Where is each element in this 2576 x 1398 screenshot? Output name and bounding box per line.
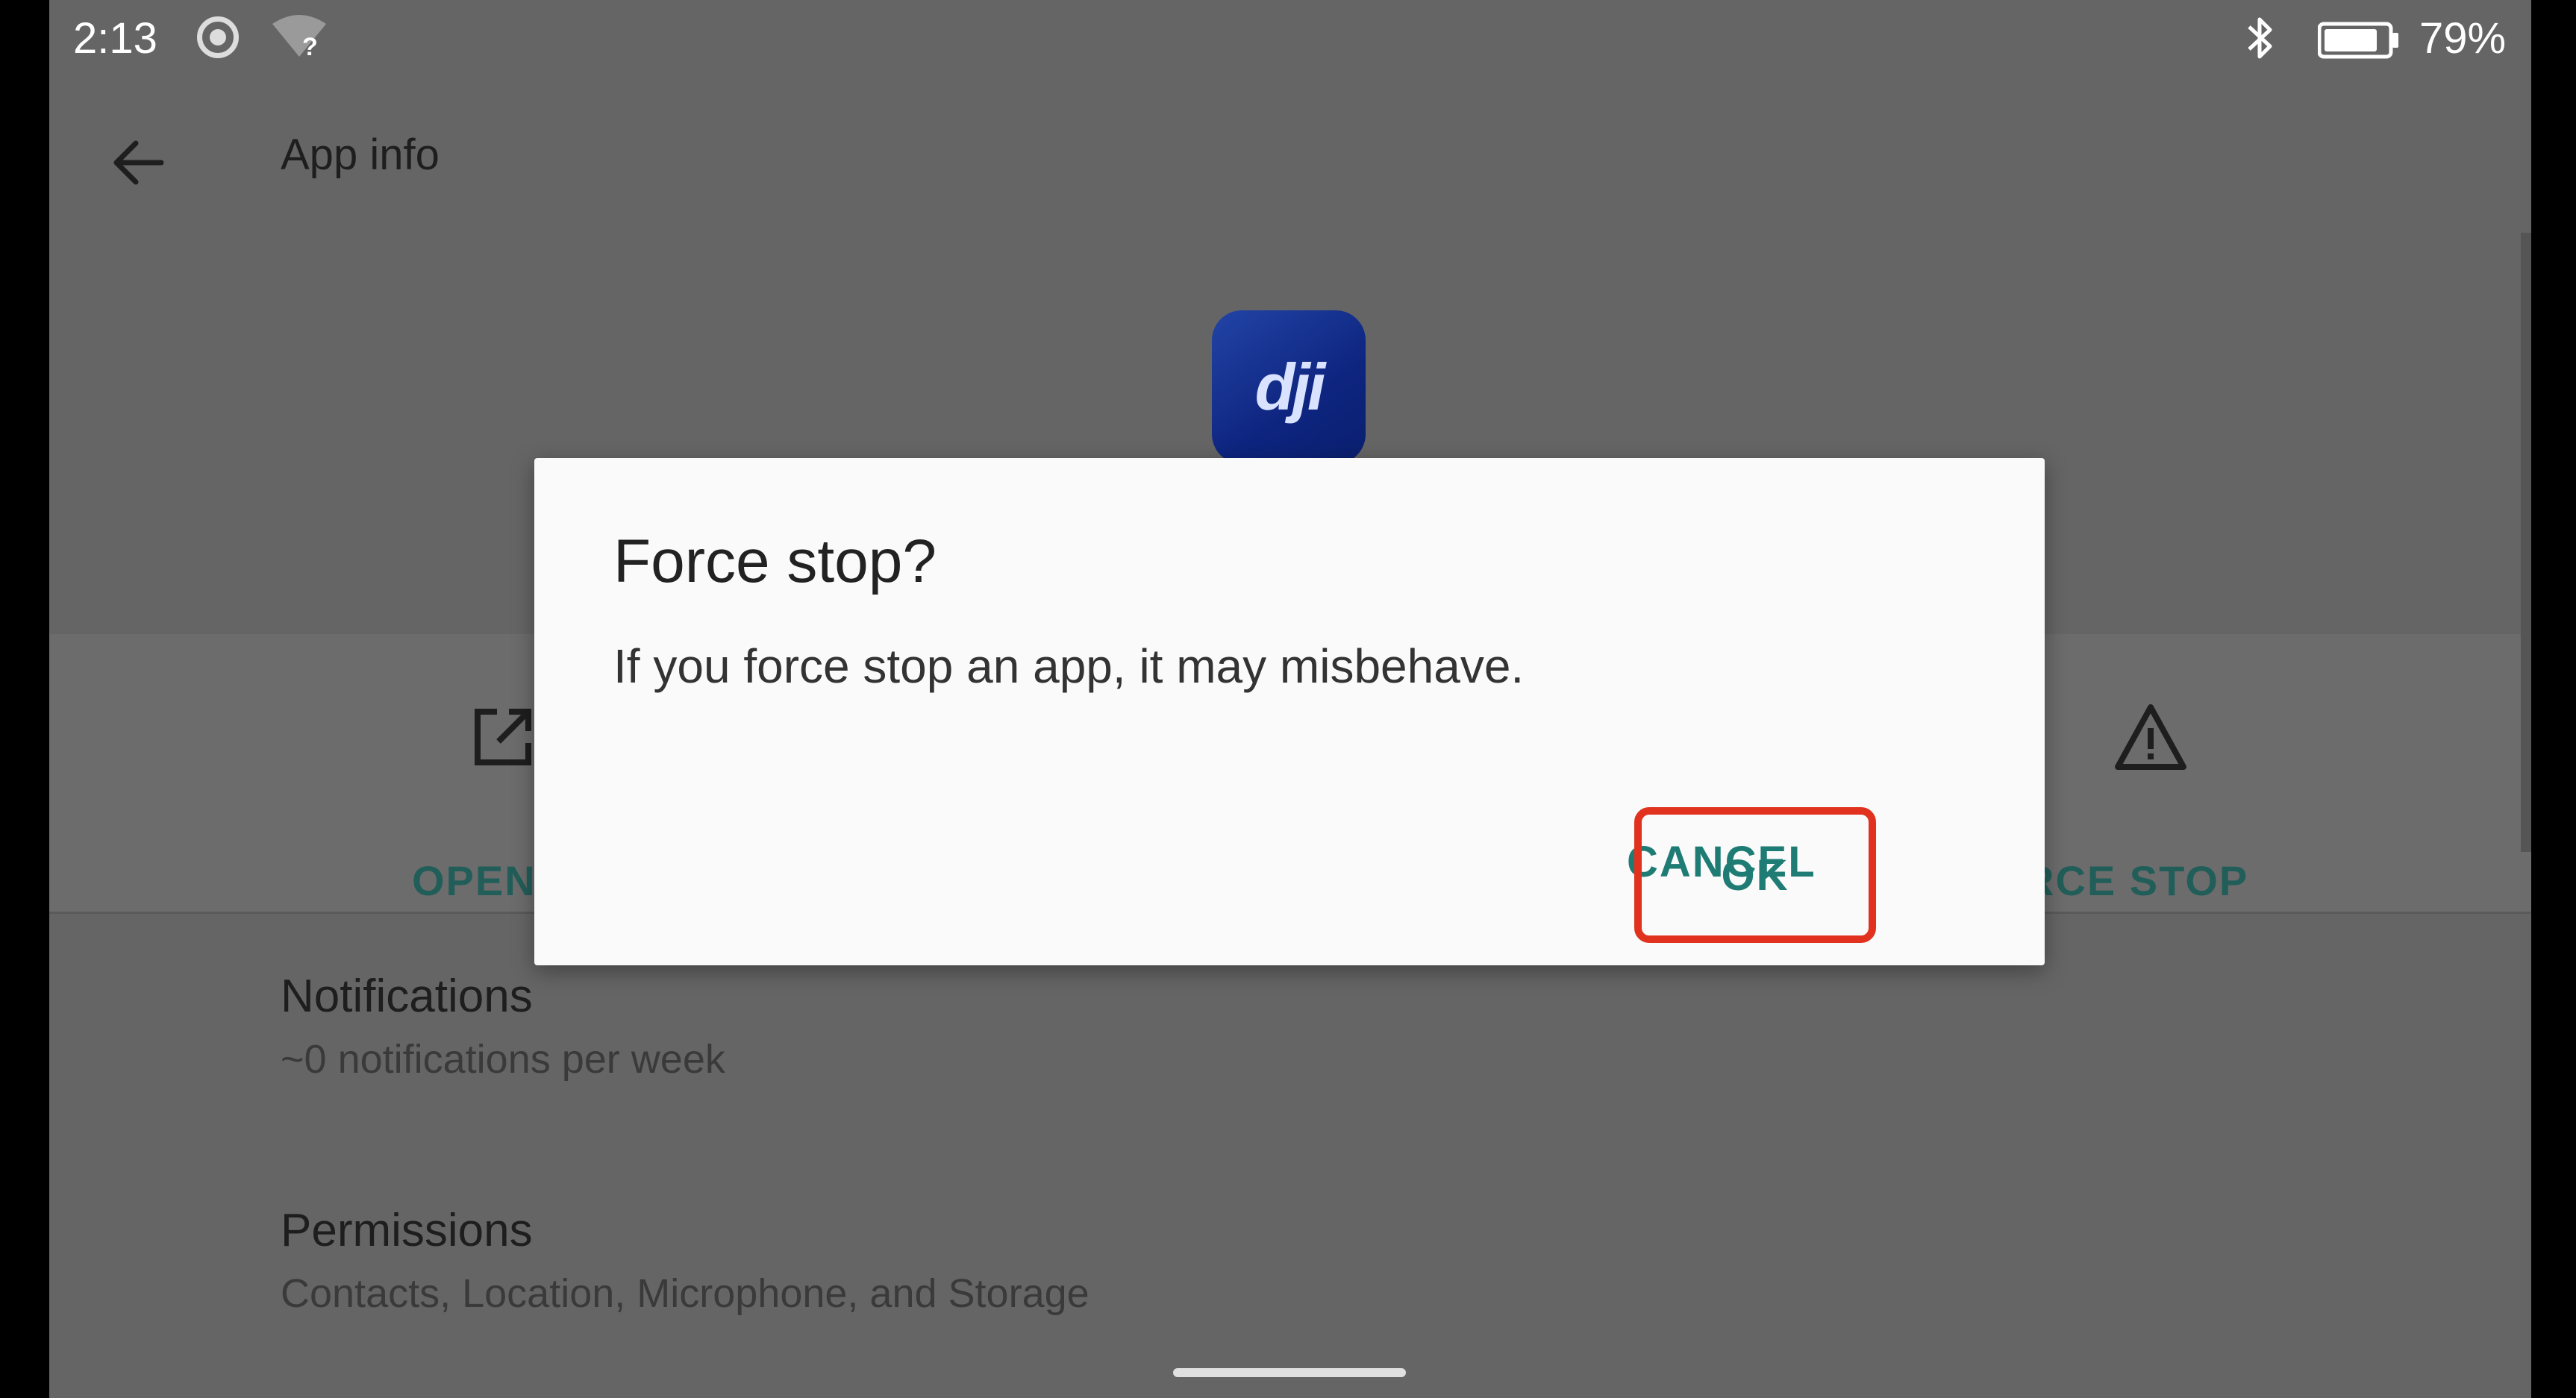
notifications-item[interactable]: Notifications ~0 notifications per week (281, 970, 1773, 1082)
status-time: 2:13 (73, 14, 157, 63)
permissions-item[interactable]: Permissions Contacts, Location, Micropho… (281, 1204, 1773, 1317)
force-stop-dialog: Force stop? If you force stop an app, it… (534, 458, 2045, 965)
force-stop-button[interactable]: RCE STOP (2024, 701, 2292, 904)
open-external-icon (475, 709, 531, 765)
battery-percentage: 79% (2419, 14, 2507, 63)
permissions-subtitle: Contacts, Location, Microphone, and Stor… (281, 1271, 1090, 1316)
dialog-message: If you force stop an app, it may misbeha… (613, 639, 1525, 693)
status-bar: 2:13 ? 79% (49, 0, 2531, 82)
page-title: App info (281, 131, 440, 179)
screen-record-icon (197, 16, 239, 58)
force-stop-label: RCE STOP (2024, 857, 2249, 904)
permissions-title: Permissions (281, 1205, 533, 1256)
warning-icon (2115, 704, 2186, 770)
open-label: OPEN (412, 857, 537, 904)
back-button[interactable] (101, 125, 176, 200)
navigation-handle[interactable] (1173, 1368, 1406, 1377)
wifi-unknown-icon: ? (272, 15, 326, 61)
back-arrow-icon (113, 140, 164, 185)
battery-icon (2318, 22, 2398, 59)
app-icon: dji (1212, 310, 1366, 464)
app-info-screen: 2:13 ? 79% App info dji OPEN RCE STOP No… (49, 0, 2531, 1398)
svg-text:?: ? (302, 33, 318, 61)
notifications-title: Notifications (281, 971, 533, 1022)
app-logo-text: dji (1254, 350, 1326, 424)
dialog-title: Force stop? (613, 527, 937, 595)
scrollbar[interactable] (2521, 233, 2531, 852)
bluetooth-icon (2248, 17, 2272, 59)
ok-button[interactable]: OK (1634, 807, 1876, 943)
app-bar: App info (49, 104, 2531, 209)
notifications-subtitle: ~0 notifications per week (281, 1037, 725, 1082)
